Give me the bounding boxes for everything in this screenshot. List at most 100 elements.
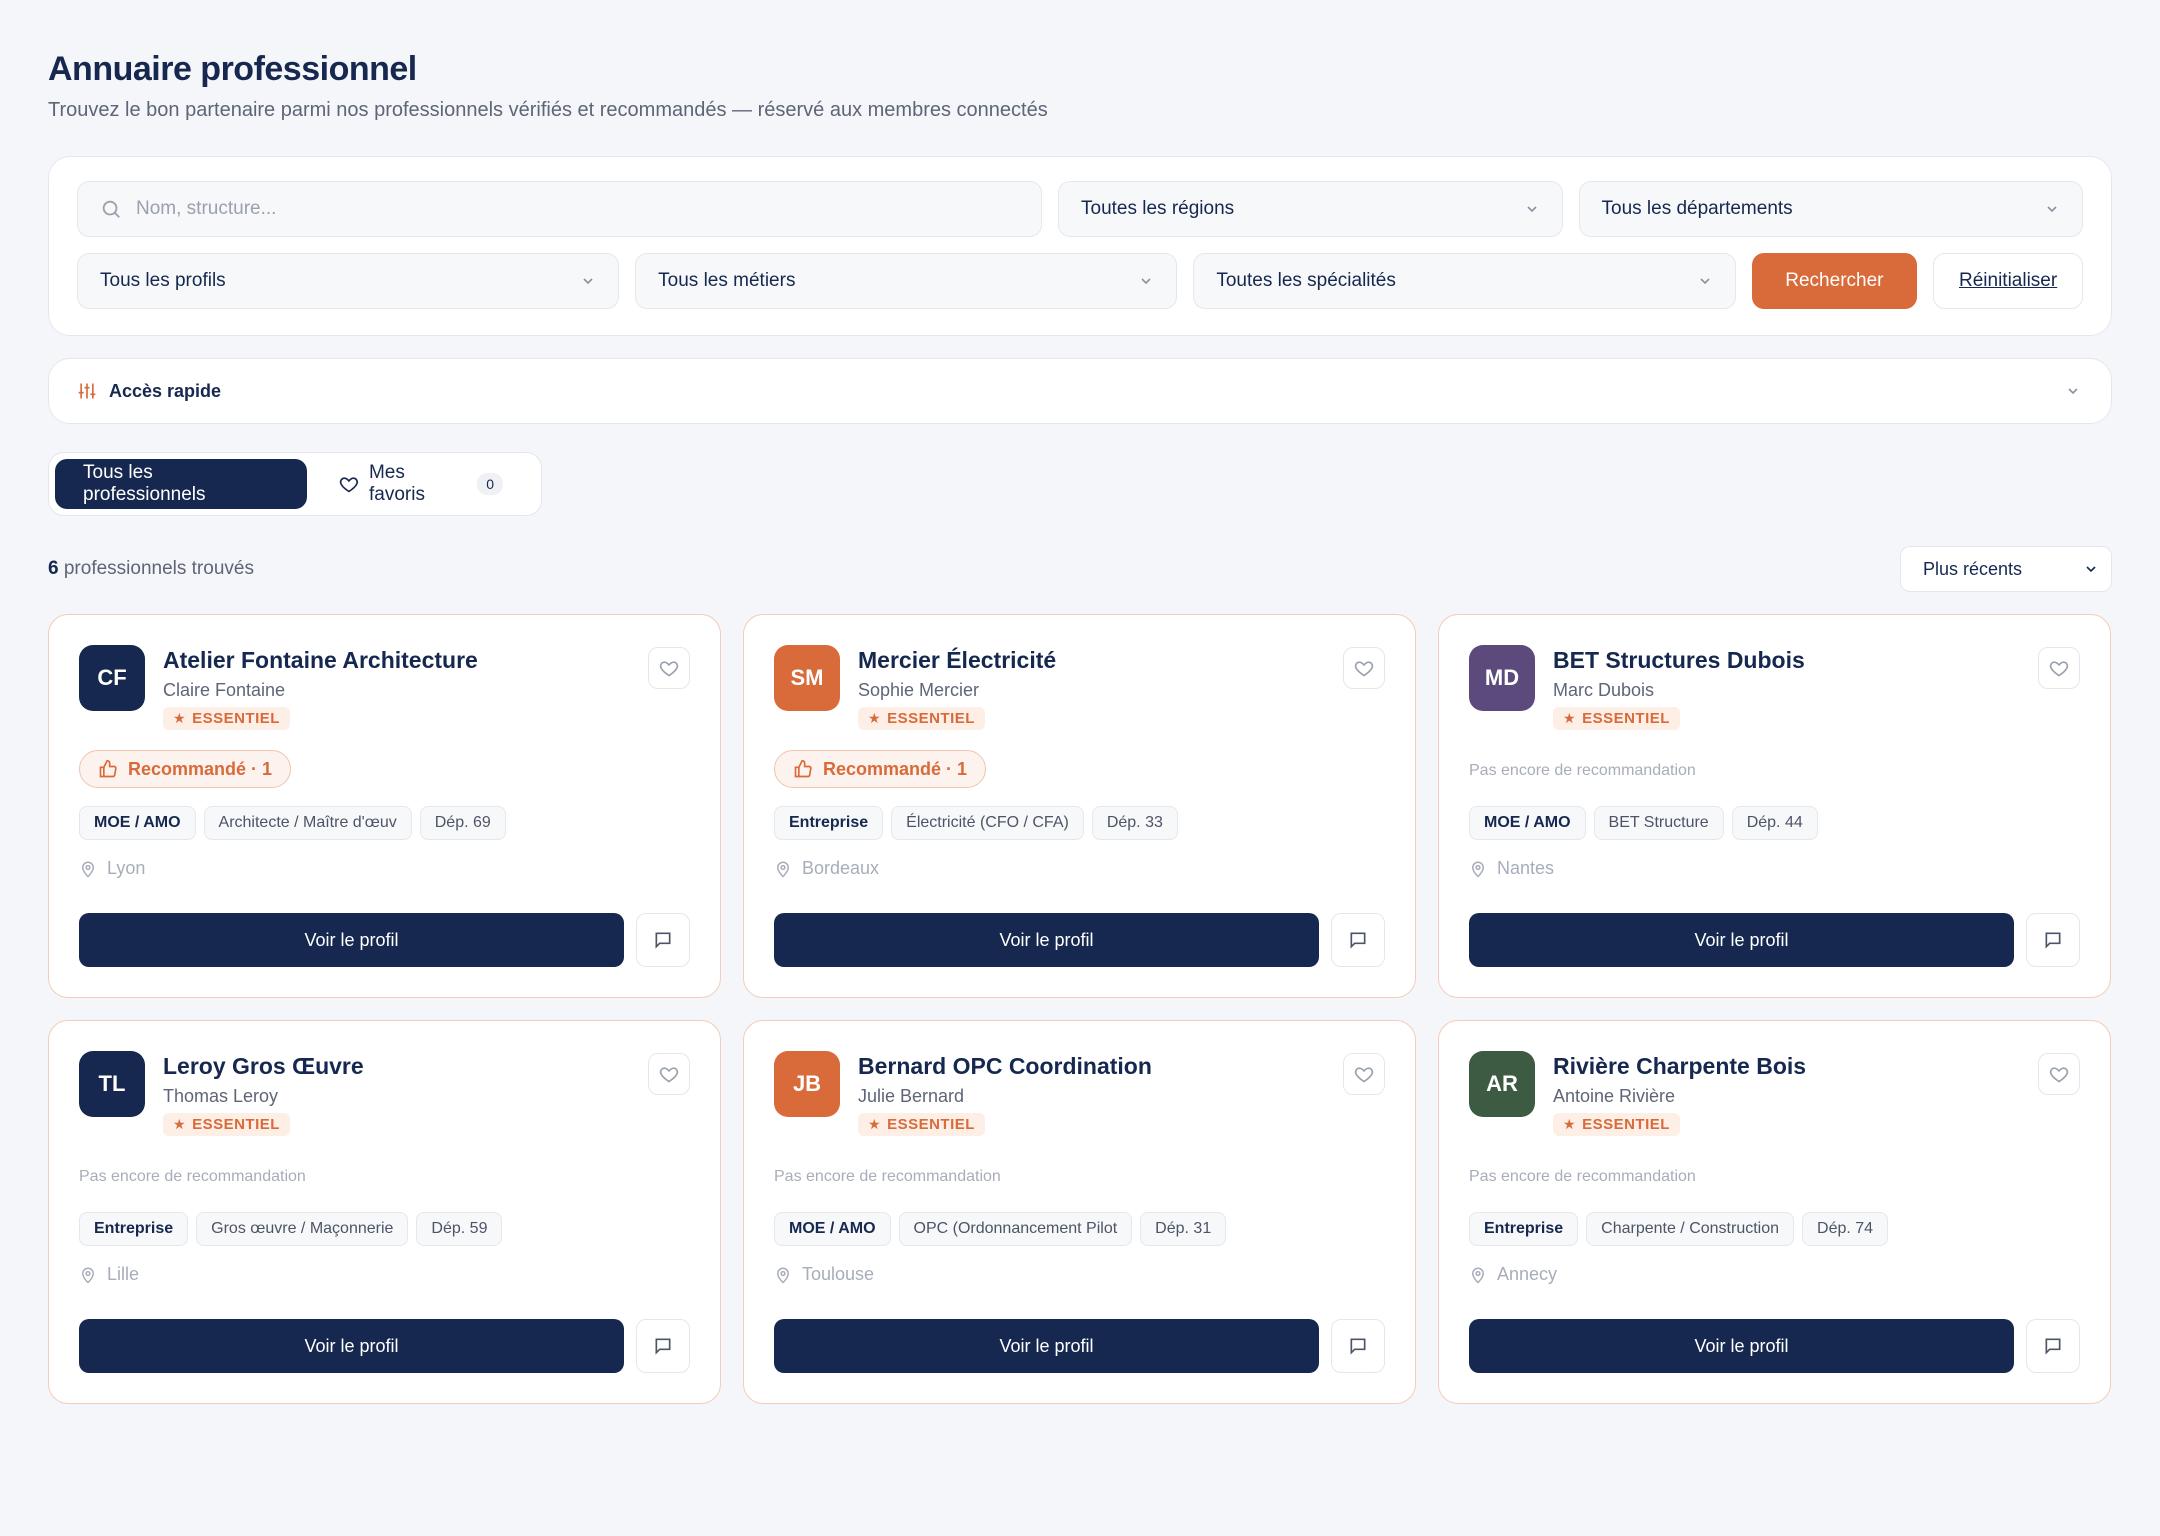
card-header: CF Atelier Fontaine Architecture Claire …: [79, 645, 690, 730]
heart-icon: [339, 477, 359, 493]
view-profile-button[interactable]: Voir le profil: [79, 913, 624, 967]
quick-access-label: Accès rapide: [109, 380, 222, 401]
card-header: JB Bernard OPC Coordination Julie Bernar…: [774, 1051, 1385, 1136]
card-tags: Entreprise Électricité (CFO / CFA) Dép. 33: [774, 806, 1385, 840]
location-city: Lille: [107, 1264, 140, 1284]
location-city: Lyon: [107, 858, 146, 878]
message-button[interactable]: [636, 1319, 690, 1373]
message-button[interactable]: [1331, 913, 1385, 967]
card-header-text: BET Structures Dubois Marc Dubois ★ ESSEN…: [1553, 645, 1805, 730]
location: Nantes: [1469, 858, 2080, 879]
message-icon: [655, 1338, 671, 1355]
view-tabs: Tous les professionnels Mes favoris 0: [48, 452, 542, 516]
message-icon: [655, 932, 671, 949]
map-pin-icon: [1471, 1267, 1485, 1284]
map-pin-icon: [1471, 861, 1485, 878]
contact-name: Sophie Mercier: [858, 680, 980, 700]
profile-tag: Entreprise: [774, 806, 884, 840]
search-button[interactable]: Rechercher: [1751, 253, 1918, 309]
plan-badge-label: ESSENTIEL: [192, 710, 280, 727]
chevron-down-icon: [2068, 388, 2078, 395]
department-tag: Dép. 69: [419, 806, 506, 840]
profile-tag: MOE / AMO: [79, 806, 196, 840]
location: Lille: [79, 1264, 690, 1285]
region-select[interactable]: Toutes les régions: [1058, 181, 1563, 237]
chevron-down-icon: [2086, 566, 2096, 573]
quick-access-panel[interactable]: Accès rapide: [48, 358, 2112, 424]
view-profile-button[interactable]: Voir le profil: [79, 1319, 624, 1373]
star-icon: ★: [173, 1116, 187, 1132]
results-count-suffix: professionnels trouvés: [58, 558, 254, 579]
favorite-button[interactable]: [1343, 1053, 1385, 1095]
specialty-select[interactable]: Toutes les spécialités: [1193, 253, 1736, 309]
department-select[interactable]: Tous les départements: [1578, 181, 2083, 237]
avatar: CF: [79, 645, 145, 711]
card-actions: Voir le profil: [1469, 1319, 2080, 1373]
map-pin-icon: [81, 1267, 95, 1284]
location: Annecy: [1469, 1264, 2080, 1285]
professionals-grid: CF Atelier Fontaine Architecture Claire …: [48, 614, 2112, 1404]
card-header-text: Rivière Charpente Bois Antoine Rivière ★…: [1553, 1051, 1806, 1136]
favorite-button[interactable]: [2038, 1053, 2080, 1095]
trade-tag: Électricité (CFO / CFA): [891, 806, 1084, 840]
recommended-label: Recommandé · 1: [823, 758, 968, 779]
heart-icon: [2049, 661, 2069, 677]
avatar: AR: [1469, 1051, 1535, 1117]
message-button[interactable]: [2026, 913, 2080, 967]
trade-select[interactable]: Tous les métiers: [635, 253, 1178, 309]
view-profile-button[interactable]: Voir le profil: [774, 1319, 1319, 1373]
directory-page: Annuaire professionnel Trouvez le bon pa…: [48, 50, 2112, 1404]
card-actions: Voir le profil: [1469, 913, 2080, 967]
favorite-button[interactable]: [648, 1053, 690, 1095]
plan-badge: ★ ESSENTIEL: [858, 1113, 985, 1136]
trade-select-value: Tous les métiers: [658, 270, 796, 291]
favorite-button[interactable]: [1343, 647, 1385, 689]
heart-icon: [2049, 1067, 2069, 1083]
heart-icon: [1354, 1067, 1374, 1083]
tab-favorites[interactable]: Mes favoris 0: [307, 462, 535, 506]
chevron-down-icon: [1141, 278, 1151, 285]
chevron-down-icon: [2047, 206, 2057, 213]
no-recommendation-text: Pas encore de recommandation: [774, 1168, 1001, 1185]
trade-tag: OPC (Ordonnancement Pilot: [898, 1212, 1133, 1246]
results-count-number: 6: [48, 558, 59, 579]
message-button[interactable]: [636, 913, 690, 967]
message-button[interactable]: [2026, 1319, 2080, 1373]
location-city: Annecy: [1497, 1264, 1558, 1284]
view-profile-button[interactable]: Voir le profil: [774, 913, 1319, 967]
location: Toulouse: [774, 1264, 1385, 1285]
company-name: BET Structures Dubois: [1553, 647, 1805, 673]
recommended-label: Recommandé · 1: [128, 758, 273, 779]
sort-select[interactable]: Plus récents: [1900, 546, 2112, 592]
card-header-text: Bernard OPC Coordination Julie Bernard ★…: [858, 1051, 1152, 1136]
tab-favorites-label: Mes favoris: [368, 462, 425, 505]
department-tag: Dép. 74: [1802, 1212, 1889, 1246]
card-header: TL Leroy Gros Œuvre Thomas Leroy ★ ESSENT…: [79, 1051, 690, 1136]
card-tags: Entreprise Gros œuvre / Maçonnerie Dép. 59: [79, 1212, 690, 1246]
reset-button[interactable]: Réinitialiser: [1933, 253, 2083, 309]
profile-select[interactable]: Tous les profils: [77, 253, 620, 309]
map-pin-icon: [81, 861, 95, 878]
chevron-down-icon: [583, 278, 593, 285]
plan-badge-label: ESSENTIEL: [192, 1116, 280, 1133]
search-field[interactable]: [77, 181, 1042, 237]
tab-all-professionals[interactable]: Tous les professionnels: [55, 459, 308, 509]
star-icon: ★: [868, 1116, 882, 1132]
professional-card: JB Bernard OPC Coordination Julie Bernar…: [743, 1020, 1416, 1404]
card-tags: MOE / AMO BET Structure Dép. 44: [1469, 806, 2080, 840]
message-icon: [1350, 932, 1366, 949]
card-header: MD BET Structures Dubois Marc Dubois ★ ES…: [1469, 645, 2080, 730]
sort-select-value: Plus récents: [1923, 558, 2023, 579]
view-profile-button[interactable]: Voir le profil: [1469, 1319, 2014, 1373]
favorite-button[interactable]: [648, 647, 690, 689]
profile-tag: MOE / AMO: [774, 1212, 891, 1246]
search-input[interactable]: [136, 198, 936, 220]
favorite-button[interactable]: [2038, 647, 2080, 689]
message-button[interactable]: [1331, 1319, 1385, 1373]
view-profile-button[interactable]: Voir le profil: [1469, 913, 2014, 967]
company-name: Bernard OPC Coordination: [858, 1053, 1152, 1079]
company-name: Rivière Charpente Bois: [1553, 1053, 1807, 1079]
professional-card: MD BET Structures Dubois Marc Dubois ★ ES…: [1438, 614, 2111, 998]
message-icon: [2045, 1338, 2061, 1355]
card-header-text: Mercier Électricité Sophie Mercier ★ ESSE…: [858, 645, 1056, 730]
